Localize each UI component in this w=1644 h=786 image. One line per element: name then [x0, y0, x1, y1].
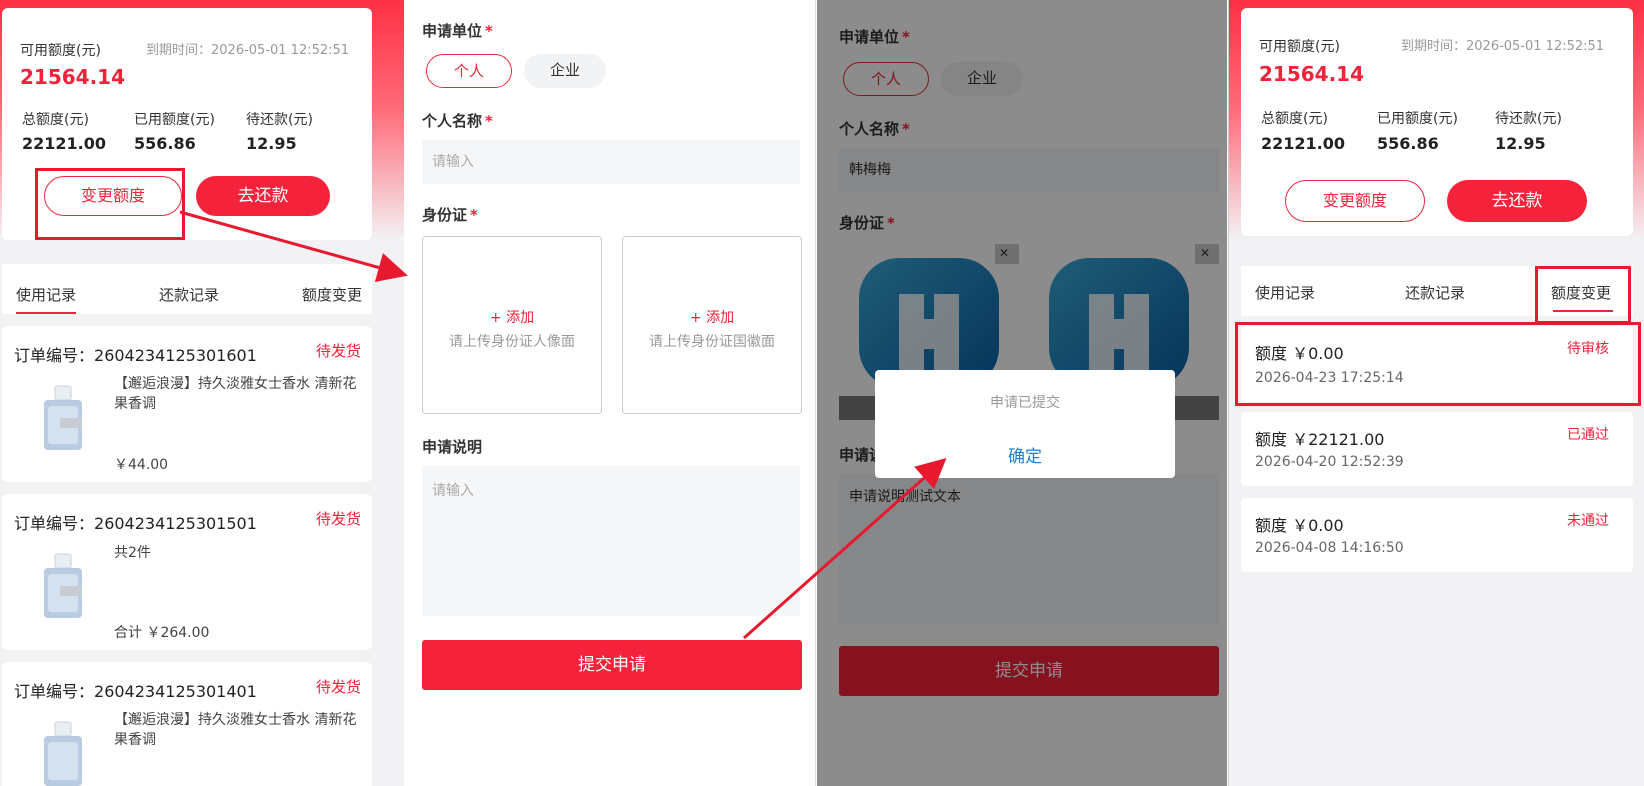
pending-value: 12.95	[1495, 134, 1546, 153]
tab-usage[interactable]: 使用记录	[16, 284, 76, 305]
highlight-change-button	[35, 168, 185, 240]
perfume-bottle-icon	[38, 552, 88, 622]
expiry-time: 到期时间：2026-05-01 12:52:51	[146, 43, 350, 58]
unit-label: 申请单位 *	[422, 22, 493, 40]
tab-usage-underline	[16, 312, 76, 314]
screenshot-root: 可用额度(元) 到期时间：2026-05-01 12:52:51 21564.1…	[0, 0, 1644, 786]
record-amount: 额度 ￥0.00	[1255, 516, 1344, 535]
highlight-change-tab	[1535, 266, 1631, 324]
order-status: 待发货	[316, 678, 362, 696]
order-number: 订单编号：2604234125301601	[14, 346, 257, 365]
record-date: 2026-04-08 14:16:50	[1255, 540, 1404, 556]
order-number: 订单编号：2604234125301401	[14, 682, 257, 701]
upload-hint: 请上传身份证国徽面	[649, 334, 775, 350]
tab-bar: 使用记录 还款记录 额度变更	[2, 264, 372, 314]
used-value: 556.86	[134, 134, 196, 153]
order-status: 待发货	[316, 510, 362, 528]
upload-id-front[interactable]: + 添加 请上传身份证人像面	[422, 236, 602, 414]
option-company[interactable]: 企业	[524, 54, 606, 88]
tab-repay[interactable]: 还款记录	[159, 284, 219, 305]
id-label: 身份证 *	[422, 206, 478, 224]
credit-overview-panel: 可用额度(元) 到期时间：2026-05-01 12:52:51 21564.1…	[0, 0, 404, 786]
record-status: 已通过	[1567, 427, 1609, 443]
change-credit-button[interactable]: 变更额度	[1285, 180, 1425, 222]
repay-button[interactable]: 去还款	[196, 176, 330, 216]
perfume-bottle-icon	[38, 384, 88, 454]
credit-summary-card: 可用额度(元) 到期时间：2026-05-01 12:52:51 21564.1…	[1241, 8, 1633, 236]
tab-repay[interactable]: 还款记录	[1405, 282, 1465, 303]
product-price: ￥44.00	[114, 457, 169, 473]
order-card[interactable]: 订单编号：2604234125301501 待发货 共2件 合计 ￥264.00	[2, 494, 372, 650]
available-value: 21564.14	[1259, 62, 1365, 86]
submitted-dialog-panel: 申请单位 * 个人 企业 个人名称 * 韩梅梅 身份证 * ✕ ✕ 申请说 申请…	[817, 0, 1227, 786]
pending-value: 12.95	[246, 134, 297, 153]
pending-label: 待还款(元)	[1495, 111, 1562, 127]
desc-textarea[interactable]: 请输入	[422, 466, 800, 616]
add-text: + 添加	[489, 310, 535, 326]
order-card[interactable]: 订单编号：2604234125301401 待发货 【邂逅浪漫】持久淡雅女士香水…	[2, 662, 372, 786]
upload-id-back[interactable]: + 添加 请上传身份证国徽面	[622, 236, 802, 414]
used-label: 已用额度(元)	[134, 112, 215, 128]
perfume-bottle-icon	[38, 720, 88, 786]
credit-change-form-panel: 申请单位 * 个人 企业 个人名称 * 请输入 身份证 * + 添加 请上传身份证人像…	[404, 0, 816, 786]
option-personal[interactable]: 个人	[426, 54, 512, 88]
total-value: 22121.00	[22, 134, 107, 153]
order-status: 待发货	[316, 342, 362, 360]
used-label: 已用额度(元)	[1377, 111, 1458, 127]
total-value: 22121.00	[1261, 134, 1346, 153]
dialog-confirm-button[interactable]: 确定	[875, 442, 1175, 467]
name-label: 个人名称 *	[422, 112, 493, 130]
repay-button[interactable]: 去还款	[1447, 180, 1587, 222]
upload-hint: 请上传身份证人像面	[449, 334, 575, 350]
change-record[interactable]: 额度 ￥0.00 2026-04-08 14:16:50 未通过	[1241, 498, 1633, 572]
submitted-dialog: 申请已提交 确定	[875, 370, 1175, 478]
dialog-message: 申请已提交	[990, 395, 1060, 411]
available-label: 可用额度(元)	[20, 43, 101, 59]
add-text: + 添加	[689, 310, 735, 326]
pending-label: 待还款(元)	[246, 112, 313, 128]
total-label: 总额度(元)	[1261, 111, 1328, 127]
change-record[interactable]: 额度 ￥22121.00 2026-04-20 12:52:39 已通过	[1241, 412, 1633, 486]
item-count: 共2件	[114, 545, 151, 561]
order-card[interactable]: 订单编号：2604234125301601 待发货 【邂逅浪漫】持久淡雅女士香水…	[2, 326, 372, 482]
used-value: 556.86	[1377, 134, 1439, 153]
product-title: 【邂逅浪漫】持久淡雅女士香水 清新花果香调	[114, 712, 357, 748]
record-status: 未通过	[1567, 513, 1609, 529]
record-date: 2026-04-20 12:52:39	[1255, 454, 1404, 470]
credit-change-records-panel: 可用额度(元) 到期时间：2026-05-01 12:52:51 21564.1…	[1228, 0, 1644, 786]
order-number: 订单编号：2604234125301501	[14, 514, 257, 533]
name-input[interactable]: 请输入	[422, 140, 800, 184]
tab-change[interactable]: 额度变更	[302, 284, 362, 305]
expiry-time: 到期时间：2026-05-01 12:52:51	[1401, 39, 1605, 54]
order-total: 合计 ￥264.00	[114, 625, 210, 641]
tab-usage[interactable]: 使用记录	[1255, 282, 1315, 303]
highlight-pending-record	[1235, 322, 1641, 406]
desc-label: 申请说明	[422, 438, 483, 456]
available-value: 21564.14	[20, 65, 126, 89]
record-amount: 额度 ￥22121.00	[1255, 430, 1385, 449]
submit-button[interactable]: 提交申请	[422, 640, 802, 690]
total-label: 总额度(元)	[22, 112, 89, 128]
product-title: 【邂逅浪漫】持久淡雅女士香水 清新花果香调	[114, 376, 357, 412]
available-label: 可用额度(元)	[1259, 39, 1340, 55]
